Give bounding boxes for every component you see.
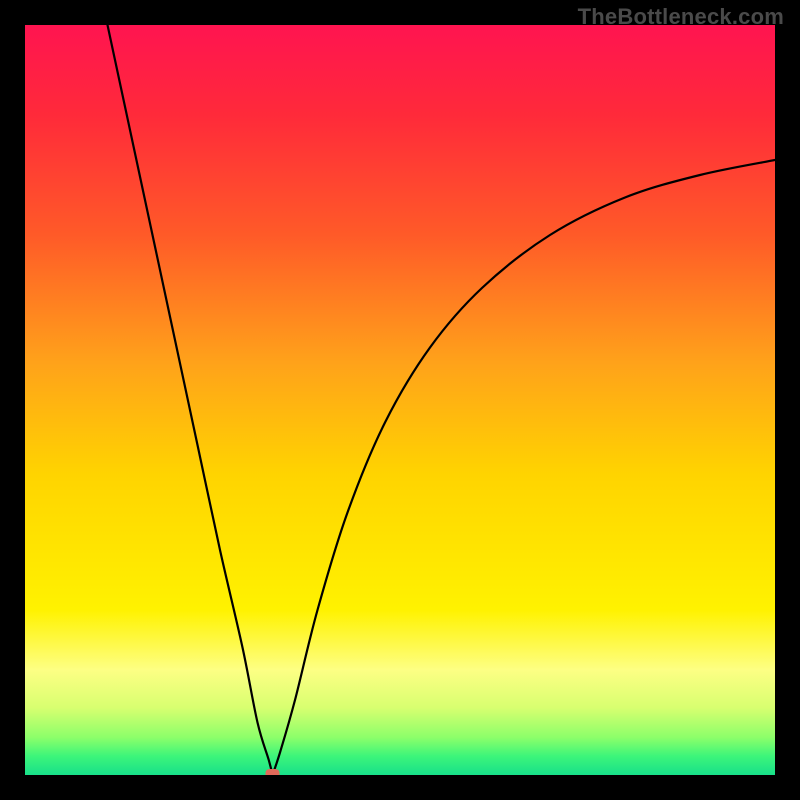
min-marker — [266, 769, 280, 775]
plot-area — [25, 25, 775, 775]
chart-frame: TheBottleneck.com — [0, 0, 800, 800]
gradient-background — [25, 25, 775, 775]
chart-svg — [25, 25, 775, 775]
